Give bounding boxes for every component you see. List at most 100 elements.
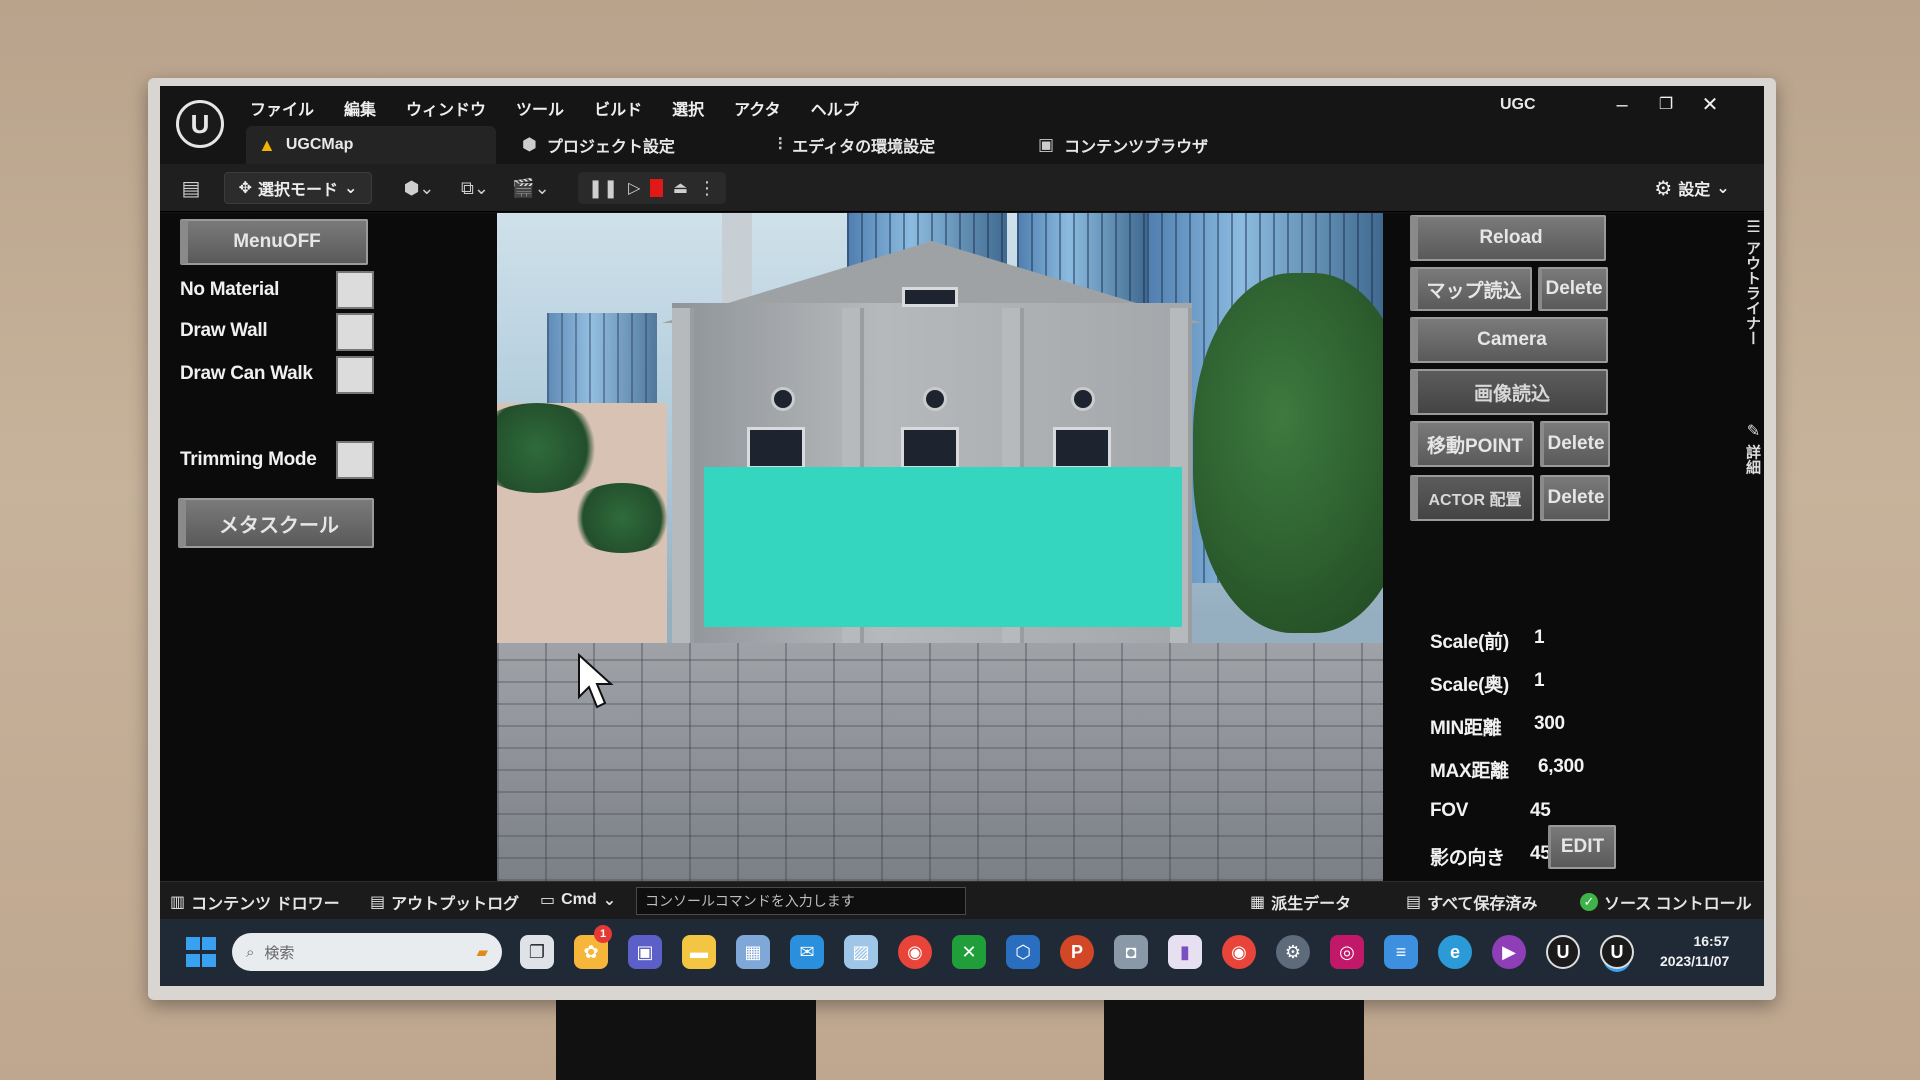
task-view-icon[interactable]: ❐ — [520, 935, 554, 969]
file-explorer-icon[interactable]: ▬ — [682, 935, 716, 969]
menu-edit[interactable]: 編集 — [344, 96, 376, 120]
chrome-profile-icon[interactable]: ◉ — [1222, 935, 1256, 969]
hall-round-window — [771, 387, 795, 411]
edge-icon[interactable]: e — [1438, 935, 1472, 969]
select-mode-icon: ✥ — [238, 180, 252, 197]
menu-file[interactable]: ファイル — [250, 96, 314, 120]
draw-can-walk-label: Draw Can Walk — [180, 363, 313, 384]
actor-delete-button[interactable]: Delete — [1540, 475, 1610, 521]
shadow-direction-stat: 影の向き 45 — [1430, 843, 1551, 870]
select-mode-label: 選択モード — [257, 182, 338, 199]
outliner-tab[interactable]: ☰ アウトライナー — [1742, 217, 1763, 345]
camera-button[interactable]: Camera — [1410, 317, 1608, 363]
settings-dropdown[interactable]: ⚙ 設定 ⌄ — [1644, 172, 1740, 204]
pause-icon[interactable]: ❚❚ — [588, 178, 618, 199]
add-actor-icon[interactable]: ⬢⌄ — [396, 172, 442, 204]
photo-editor-icon[interactable]: ◎ — [1330, 935, 1364, 969]
save-all-button[interactable]: ▤ すべて保存済み — [1406, 890, 1537, 914]
left-widget-panel: MenuOFF No Material Draw Wall Draw Can W… — [170, 213, 450, 881]
redaction-overlay — [704, 467, 1182, 627]
min-distance-label: MIN距離 — [1430, 718, 1502, 739]
draw-wall-checkbox[interactable] — [336, 313, 374, 351]
security-icon[interactable]: ⬡ — [1006, 935, 1040, 969]
tab-content-browser[interactable]: ▣ コンテンツブラウザ — [1026, 126, 1208, 164]
level-viewport[interactable]: MenuOFF No Material Draw Wall Draw Can W… — [160, 213, 1764, 881]
menu-window[interactable]: ウィンドウ — [406, 96, 486, 120]
menu-build[interactable]: ビルド — [594, 96, 642, 120]
select-mode-dropdown[interactable]: ✥ 選択モード ⌄ — [224, 172, 372, 204]
unreal-engine-icon[interactable]: U — [1546, 935, 1580, 969]
chrome-icon[interactable]: ◉ — [898, 935, 932, 969]
details-tab[interactable]: ✎ 詳細 — [1742, 421, 1763, 474]
photos-icon[interactable]: ▨ — [844, 935, 878, 969]
taskbar-search[interactable]: ⌕ 検索 ▰ — [232, 933, 502, 971]
xbox-icon[interactable]: ✕ — [952, 935, 986, 969]
blueprint-icon[interactable]: ⧉⌄ — [452, 172, 498, 204]
trimming-mode-checkbox[interactable] — [336, 441, 374, 479]
terminal-icon: ▭ — [540, 892, 556, 909]
source-control-button[interactable]: ✓ ソース コントロール — [1580, 890, 1752, 914]
output-log-button[interactable]: ▤ アウトプットログ — [370, 890, 519, 914]
content-drawer-button[interactable]: ▥ コンテンツ ドロワー — [170, 890, 340, 914]
all-saved-label: すべて保存済み — [1427, 896, 1538, 913]
tab-content-browser-label: コンテンツブラウザ — [1064, 139, 1209, 156]
tab-editor-preferences[interactable]: ⫶ エディタの環境設定 — [766, 126, 935, 164]
camera-icon[interactable]: ◘ — [1114, 935, 1148, 969]
minimize-button[interactable]: – — [1602, 90, 1642, 120]
outliner-icon: ☰ — [1744, 217, 1761, 236]
clock-time: 16:57 — [1693, 933, 1730, 949]
tab-ugcmap-label: UGCMap — [285, 136, 354, 153]
save-icon[interactable]: ▤ — [174, 172, 208, 204]
unreal-logo-icon[interactable]: U — [176, 100, 224, 148]
image-load-button[interactable]: 画像読込 — [1410, 369, 1608, 415]
metaschool-button[interactable]: メタスクール — [178, 498, 374, 548]
scale-back-label: Scale(奥) — [1430, 675, 1509, 696]
eject-icon[interactable]: ⏏ — [673, 178, 688, 198]
unreal-engine-active-icon[interactable]: U — [1600, 935, 1634, 969]
menu-actor[interactable]: アクタ — [734, 96, 781, 120]
menu-off-button[interactable]: MenuOFF — [180, 219, 368, 265]
more-options-icon[interactable]: ⋮ — [698, 178, 716, 199]
system-clock[interactable]: 16:57 2023/11/07 — [1660, 931, 1729, 971]
move-point-delete-button[interactable]: Delete — [1540, 421, 1610, 467]
windows-start-icon[interactable] — [186, 937, 216, 967]
output-log-label: アウトプットログ — [391, 896, 520, 913]
menu-select[interactable]: 選択 — [672, 96, 704, 120]
draw-wall-label: Draw Wall — [180, 320, 268, 341]
tab-project-settings[interactable]: ⬢ プロジェクト設定 — [510, 126, 675, 164]
chevron-down-icon: ⌄ — [344, 180, 358, 197]
stop-icon[interactable] — [650, 179, 663, 197]
move-point-button[interactable]: 移動POINT — [1410, 421, 1534, 467]
edit-button[interactable]: EDIT — [1548, 825, 1616, 869]
close-button[interactable]: ✕ — [1690, 90, 1730, 120]
map-delete-button[interactable]: Delete — [1538, 267, 1608, 311]
restore-button[interactable]: ❐ — [1646, 90, 1686, 120]
hall-round-window — [923, 387, 947, 411]
powerpoint-icon[interactable]: P — [1060, 935, 1094, 969]
hall-round-window — [1071, 387, 1095, 411]
mail-icon[interactable]: ✉ — [790, 935, 824, 969]
console-input[interactable]: コンソールコマンドを入力します — [636, 887, 966, 915]
tab-ugcmap[interactable]: ▲ UGCMap — [246, 126, 496, 164]
media-player-icon[interactable]: ▶ — [1492, 935, 1526, 969]
draw-can-walk-checkbox[interactable] — [336, 356, 374, 394]
cmd-dropdown[interactable]: ▭ Cmd ⌄ — [540, 890, 616, 910]
cinematics-icon[interactable]: 🎬⌄ — [508, 172, 554, 204]
right-tree — [1193, 273, 1383, 633]
menu-tools[interactable]: ツール — [516, 96, 564, 120]
derived-data-icon: ▦ — [1250, 894, 1266, 911]
min-distance-value: 300 — [1534, 713, 1565, 734]
store-icon[interactable]: ▦ — [736, 935, 770, 969]
menu-help[interactable]: ヘルプ — [811, 96, 859, 120]
reload-button[interactable]: Reload — [1410, 215, 1606, 261]
settings-gear-icon[interactable]: ⚙ — [1276, 935, 1310, 969]
step-icon[interactable]: ▷ — [628, 178, 640, 198]
actor-place-button[interactable]: ACTOR 配置 — [1410, 475, 1534, 521]
derived-data-button[interactable]: ▦ 派生データ — [1250, 890, 1351, 914]
notepad-icon[interactable]: ▮ — [1168, 935, 1202, 969]
no-material-checkbox[interactable] — [336, 271, 374, 309]
notes-icon[interactable]: ≡ — [1384, 935, 1418, 969]
teams-icon[interactable]: ▣ — [628, 935, 662, 969]
source-control-label: ソース コントロール — [1604, 896, 1752, 913]
map-load-button[interactable]: マップ読込 — [1410, 267, 1532, 311]
